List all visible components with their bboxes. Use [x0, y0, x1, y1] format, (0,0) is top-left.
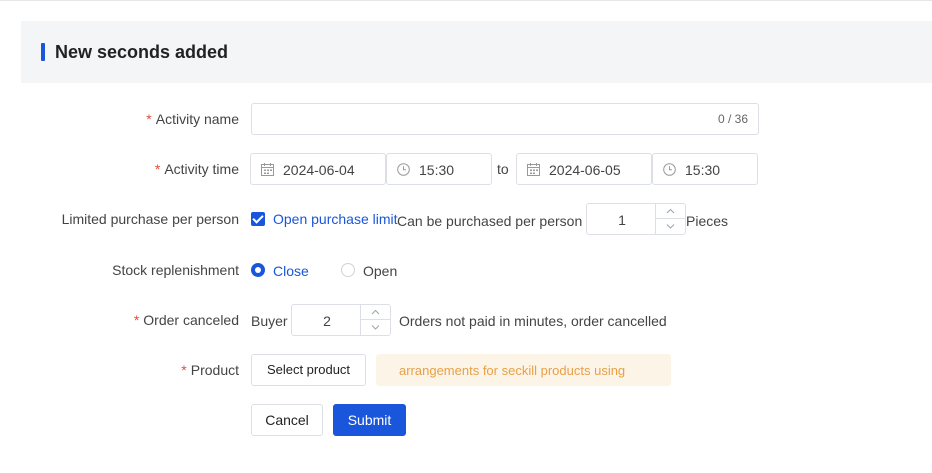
increment-button[interactable] — [361, 305, 390, 320]
product-tip: arrangements for seckill products using — [376, 354, 671, 386]
end-time-value: 15:30 — [685, 162, 721, 178]
decrement-button[interactable] — [656, 219, 685, 234]
stepper-arrows — [655, 204, 685, 234]
order-canceled-label: * Order canceled — [134, 311, 239, 329]
purchase-limit-prefix: Can be purchased per person — [397, 213, 583, 229]
order-canceled-suffix: Orders not paid in minutes, order cancel… — [399, 313, 667, 329]
cancel-minutes-value[interactable]: 2 — [292, 312, 362, 330]
stepper-arrows — [360, 305, 390, 335]
order-canceled-label-text: Order canceled — [143, 312, 239, 328]
date-range-separator: to — [497, 161, 509, 177]
cancel-button[interactable]: Cancel — [251, 404, 323, 436]
purchase-limit-suffix: Pieces — [686, 213, 729, 229]
start-time-value: 15:30 — [419, 162, 455, 178]
chevron-up-icon — [666, 208, 675, 214]
activity-time-label: * Activity time — [155, 160, 239, 178]
required-mark: * — [146, 111, 152, 127]
top-divider — [0, 0, 932, 1]
activity-name-input[interactable]: 0 / 36 — [251, 103, 759, 135]
select-product-button[interactable]: Select product — [251, 354, 366, 386]
activity-name-label: * Activity name — [146, 110, 239, 128]
page-header: New seconds added — [21, 21, 932, 83]
purchase-quantity-value[interactable]: 1 — [587, 211, 657, 229]
end-date-picker[interactable]: 2024-06-05 — [516, 153, 652, 185]
decrement-button[interactable] — [361, 320, 390, 335]
required-mark: * — [154, 161, 161, 177]
clock-icon — [397, 163, 410, 176]
radio-open-label[interactable]: Open — [363, 262, 397, 280]
required-mark: * — [181, 362, 187, 378]
header-accent-bar — [41, 43, 45, 61]
chevron-down-icon — [666, 224, 675, 229]
required-mark: * — [133, 312, 140, 328]
product-label-text: Product — [190, 362, 239, 378]
purchase-limit-checkbox[interactable] — [251, 212, 265, 226]
purchase-quantity-stepper[interactable]: 1 — [586, 203, 686, 235]
calendar-icon — [527, 163, 540, 176]
product-label: * Product — [181, 361, 239, 379]
stock-replenishment-label: Stock replenishment — [112, 261, 239, 279]
clock-icon — [663, 163, 676, 176]
activity-time-label-text: Activity time — [164, 161, 239, 177]
activity-name-label-text: Activity name — [155, 111, 239, 127]
calendar-icon — [261, 163, 274, 176]
cancel-minutes-stepper[interactable]: 2 — [291, 304, 391, 336]
radio-open[interactable] — [341, 263, 355, 277]
radio-close[interactable] — [251, 263, 265, 277]
limited-purchase-label-text: Limited purchase per person — [61, 211, 239, 227]
radio-close-label[interactable]: Close — [273, 262, 309, 280]
limited-purchase-label: Limited purchase per person — [62, 210, 239, 228]
order-canceled-prefix: Buyer — [251, 313, 288, 329]
stock-replenishment-label-text: Stock replenishment — [112, 262, 239, 278]
start-date-picker[interactable]: 2024-06-04 — [250, 153, 386, 185]
chevron-up-icon — [371, 309, 380, 315]
product-tip-text: arrangements for seckill products using — [399, 363, 626, 378]
chevron-down-icon — [371, 325, 380, 330]
purchase-limit-checkbox-label[interactable]: Open purchase limit — [273, 210, 398, 228]
start-date-value: 2024-06-04 — [283, 162, 355, 178]
page-title: New seconds added — [55, 42, 229, 62]
submit-button[interactable]: Submit — [333, 404, 406, 436]
char-count: 0 / 36 — [717, 112, 748, 126]
end-date-value: 2024-06-05 — [549, 162, 621, 178]
increment-button[interactable] — [656, 204, 685, 219]
end-time-picker[interactable]: 15:30 — [652, 153, 758, 185]
start-time-picker[interactable]: 15:30 — [386, 153, 492, 185]
